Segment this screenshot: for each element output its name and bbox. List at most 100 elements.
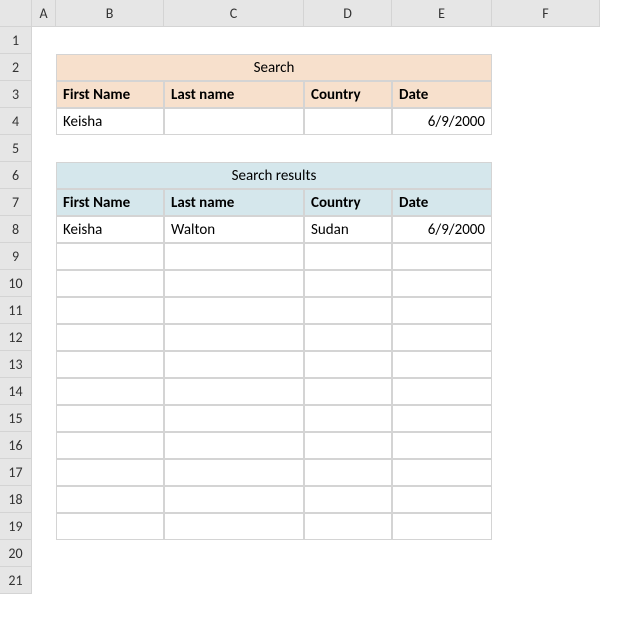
result-first-11[interactable] <box>56 513 164 540</box>
result-last-3[interactable] <box>164 297 304 324</box>
col-header-A[interactable]: A <box>32 0 56 27</box>
cell-B5[interactable] <box>56 135 164 162</box>
result-country-5[interactable] <box>304 351 392 378</box>
cell-A18[interactable] <box>32 486 56 513</box>
results-header-date[interactable]: Date <box>392 189 492 216</box>
cell-F10[interactable] <box>492 270 600 297</box>
col-header-B[interactable]: B <box>56 0 164 27</box>
result-last-4[interactable] <box>164 324 304 351</box>
result-date-7[interactable] <box>392 405 492 432</box>
result-last-5[interactable] <box>164 351 304 378</box>
col-header-C[interactable]: C <box>164 0 304 27</box>
result-first-8[interactable] <box>56 432 164 459</box>
result-country-2[interactable] <box>304 270 392 297</box>
search-title[interactable]: Search <box>56 54 492 81</box>
cell-A14[interactable] <box>32 378 56 405</box>
cell-F21[interactable] <box>492 567 600 594</box>
cell-A19[interactable] <box>32 513 56 540</box>
cell-A3[interactable] <box>32 81 56 108</box>
cell-F15[interactable] <box>492 405 600 432</box>
result-country-9[interactable] <box>304 459 392 486</box>
cell-A10[interactable] <box>32 270 56 297</box>
cell-F3[interactable] <box>492 81 600 108</box>
cell-C5[interactable] <box>164 135 304 162</box>
result-first-9[interactable] <box>56 459 164 486</box>
result-last-0[interactable]: Walton <box>164 216 304 243</box>
cell-F17[interactable] <box>492 459 600 486</box>
row-header-7[interactable]: 7 <box>0 189 32 216</box>
row-header-6[interactable]: 6 <box>0 162 32 189</box>
result-date-9[interactable] <box>392 459 492 486</box>
cell-E5[interactable] <box>392 135 492 162</box>
cell-F5[interactable] <box>492 135 600 162</box>
row-header-16[interactable]: 16 <box>0 432 32 459</box>
cell-A1[interactable] <box>32 27 56 54</box>
cell-E1[interactable] <box>392 27 492 54</box>
cell-A17[interactable] <box>32 459 56 486</box>
cell-A6[interactable] <box>32 162 56 189</box>
result-first-4[interactable] <box>56 324 164 351</box>
cell-F6[interactable] <box>492 162 600 189</box>
result-last-1[interactable] <box>164 243 304 270</box>
result-date-1[interactable] <box>392 243 492 270</box>
search-header-first[interactable]: First Name <box>56 81 164 108</box>
row-header-21[interactable]: 21 <box>0 567 32 594</box>
cell-F8[interactable] <box>492 216 600 243</box>
cell-F13[interactable] <box>492 351 600 378</box>
result-country-1[interactable] <box>304 243 392 270</box>
cell-A13[interactable] <box>32 351 56 378</box>
select-all-corner[interactable] <box>0 0 32 27</box>
cell-E21[interactable] <box>392 567 492 594</box>
result-country-11[interactable] <box>304 513 392 540</box>
row-header-20[interactable]: 20 <box>0 540 32 567</box>
cell-A12[interactable] <box>32 324 56 351</box>
result-country-0[interactable]: Sudan <box>304 216 392 243</box>
result-first-6[interactable] <box>56 378 164 405</box>
result-country-4[interactable] <box>304 324 392 351</box>
result-last-7[interactable] <box>164 405 304 432</box>
cell-C21[interactable] <box>164 567 304 594</box>
results-header-first[interactable]: First Name <box>56 189 164 216</box>
cell-F7[interactable] <box>492 189 600 216</box>
result-date-0[interactable]: 6/9/2000 <box>392 216 492 243</box>
result-date-8[interactable] <box>392 432 492 459</box>
cell-F2[interactable] <box>492 54 600 81</box>
result-first-10[interactable] <box>56 486 164 513</box>
cell-A8[interactable] <box>32 216 56 243</box>
cell-F14[interactable] <box>492 378 600 405</box>
cell-A4[interactable] <box>32 108 56 135</box>
cell-A7[interactable] <box>32 189 56 216</box>
cell-A5[interactable] <box>32 135 56 162</box>
results-title[interactable]: Search results <box>56 162 492 189</box>
search-header-last[interactable]: Last name <box>164 81 304 108</box>
result-last-6[interactable] <box>164 378 304 405</box>
result-last-9[interactable] <box>164 459 304 486</box>
result-last-2[interactable] <box>164 270 304 297</box>
cell-F20[interactable] <box>492 540 600 567</box>
result-date-3[interactable] <box>392 297 492 324</box>
row-header-12[interactable]: 12 <box>0 324 32 351</box>
result-country-3[interactable] <box>304 297 392 324</box>
cell-B20[interactable] <box>56 540 164 567</box>
result-date-11[interactable] <box>392 513 492 540</box>
cell-E20[interactable] <box>392 540 492 567</box>
cell-D1[interactable] <box>304 27 392 54</box>
col-header-D[interactable]: D <box>304 0 392 27</box>
row-header-9[interactable]: 9 <box>0 243 32 270</box>
row-header-3[interactable]: 3 <box>0 81 32 108</box>
search-header-country[interactable]: Country <box>304 81 392 108</box>
cell-A11[interactable] <box>32 297 56 324</box>
cell-A16[interactable] <box>32 432 56 459</box>
col-header-F[interactable]: F <box>492 0 600 27</box>
result-country-8[interactable] <box>304 432 392 459</box>
cell-A9[interactable] <box>32 243 56 270</box>
row-header-17[interactable]: 17 <box>0 459 32 486</box>
cell-B21[interactable] <box>56 567 164 594</box>
cell-F18[interactable] <box>492 486 600 513</box>
search-header-date[interactable]: Date <box>392 81 492 108</box>
result-date-4[interactable] <box>392 324 492 351</box>
search-first[interactable]: Keisha <box>56 108 164 135</box>
search-country[interactable] <box>304 108 392 135</box>
results-header-country[interactable]: Country <box>304 189 392 216</box>
cell-F11[interactable] <box>492 297 600 324</box>
